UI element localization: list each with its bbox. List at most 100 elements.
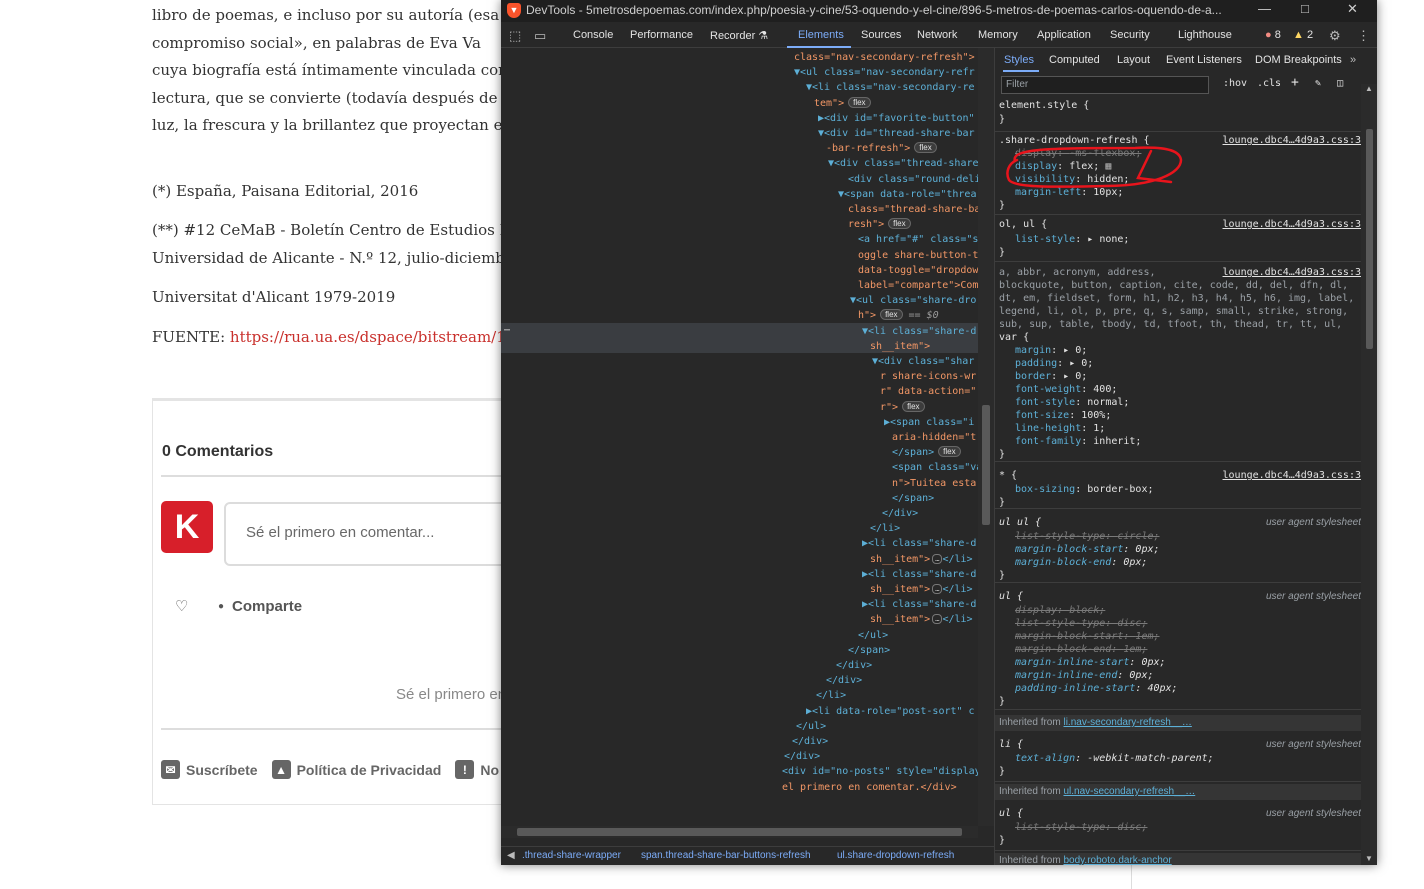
dom-node-line[interactable]: ▶<li class="share-d — [862, 568, 976, 582]
dom-node-line[interactable]: </div> — [784, 750, 820, 764]
dom-node-line[interactable]: </span> flex — [892, 446, 961, 460]
flex-badge[interactable]: flex — [902, 400, 925, 412]
dom-node-line[interactable]: n">Tuitea esta — [892, 477, 976, 491]
dom-node-line[interactable]: <div class="round-deli — [848, 173, 978, 187]
class-toggle[interactable]: .cls — [1257, 78, 1281, 89]
dom-node-line[interactable]: </ul> — [858, 629, 888, 643]
css-declaration[interactable]: margin: ▸ 0; — [1015, 344, 1087, 357]
tab-recorder[interactable]: Recorder ⚗ — [710, 29, 768, 42]
dom-node-line[interactable]: tem"> flex — [814, 96, 871, 111]
scrollbar-thumb[interactable] — [1366, 129, 1373, 349]
dom-node-line[interactable]: r" data-action=" — [880, 385, 976, 399]
heart-icon[interactable]: ♡ — [175, 597, 188, 615]
css-declaration[interactable]: display: flex; ▦ — [1015, 160, 1111, 173]
css-declaration[interactable]: list-style-type: disc; — [1015, 617, 1147, 630]
elements-scrollbar[interactable] — [978, 48, 994, 826]
share-button[interactable]: ● Comparte — [218, 598, 302, 615]
dom-node-line[interactable]: sh__item"> — [870, 340, 930, 354]
dom-node-line[interactable]: oggle share-button-t — [858, 249, 978, 263]
css-declaration[interactable]: margin-inline-start: 0px; — [1015, 656, 1166, 669]
css-declaration[interactable]: list-style-type: disc; — [1015, 821, 1147, 834]
tab-console[interactable]: Console — [573, 29, 613, 41]
dom-node-line[interactable]: </div> — [792, 735, 828, 749]
close-icon[interactable]: ✕ — [1347, 1, 1358, 17]
collapsed-ellipsis-icon[interactable]: … — [932, 553, 943, 564]
tab-security[interactable]: Security — [1110, 29, 1150, 41]
dom-node-line[interactable]: ▼<span data-role="threa — [838, 188, 976, 202]
inspect-element-icon[interactable]: ⬚ — [509, 28, 521, 44]
node-options-icon[interactable]: ⋯ — [504, 325, 510, 336]
dom-node-line[interactable]: </span> — [892, 492, 934, 506]
dom-node-line[interactable]: <div id="no-posts" style="display — [782, 765, 978, 779]
collapsed-ellipsis-icon[interactable]: … — [932, 584, 943, 594]
dom-node-line[interactable]: h"> flex == $0 — [858, 309, 939, 323]
minimize-icon[interactable]: — — [1258, 1, 1271, 16]
maximize-icon[interactable]: □ — [1301, 1, 1309, 16]
dom-node-line[interactable]: aria-hidden="t — [892, 431, 976, 445]
dom-node-line[interactable]: </div> — [882, 507, 918, 521]
scrollbar-thumb[interactable] — [982, 405, 990, 525]
collapsed-ellipsis-icon[interactable]: … — [932, 614, 943, 625]
stylesheet-link[interactable]: lounge.dbc4…4d9a3.css:3 — [1223, 469, 1361, 482]
dom-node-line[interactable]: sh__item">… </li> — [870, 583, 973, 597]
dom-node-line[interactable]: class="nav-secondary-refresh"> — [794, 51, 975, 65]
flex-badge[interactable]: flex — [880, 309, 903, 321]
dom-node-line[interactable]: </ul> — [796, 720, 826, 734]
more-tabs-icon[interactable]: » — [1350, 54, 1356, 66]
stylesheet-link[interactable]: lounge.dbc4…4d9a3.css:3 — [1223, 218, 1361, 231]
flex-badge[interactable]: flex — [888, 218, 911, 230]
breadcrumb-item[interactable]: .thread-share-wrapper — [522, 850, 621, 861]
css-declaration[interactable]: padding: ▸ 0; — [1015, 357, 1093, 370]
elements-tree[interactable]: ⋯ class="nav-secondary-refresh"> ▼<ul cla… — [501, 48, 978, 846]
css-declaration[interactable]: box-sizing: border-box; — [1015, 483, 1154, 496]
styles-filter-input[interactable]: Filter — [1001, 76, 1209, 94]
dom-node-line[interactable]: data-toggle="dropdow — [858, 264, 978, 278]
error-count[interactable]: ● 8 — [1265, 29, 1281, 41]
flex-badge[interactable]: flex — [938, 446, 961, 458]
css-declaration[interactable]: margin-inline-end: 0px; — [1015, 669, 1154, 682]
dom-node-line[interactable]: ▼<div class="thread-shareflex — [828, 157, 978, 171]
subscribe-link[interactable]: ✉ Suscríbete — [161, 760, 258, 779]
paint-icon[interactable]: ✎ — [1315, 78, 1321, 89]
comment-input[interactable]: Sé el primero en comentar... — [224, 502, 524, 566]
flex-editor-icon[interactable]: ▦ — [1105, 161, 1111, 172]
scrollbar-thumb[interactable] — [517, 828, 962, 836]
dom-node-line[interactable]: </li> — [816, 689, 846, 703]
css-declaration[interactable]: margin-block-start: 0px; — [1015, 543, 1160, 556]
tab-event-listeners[interactable]: Event Listeners — [1166, 54, 1242, 66]
dom-node-line[interactable]: ▶<span class="i — [884, 416, 974, 430]
css-declaration[interactable]: display: block; — [1015, 604, 1105, 617]
css-declaration[interactable]: text-align: -webkit-match-parent; — [1015, 752, 1214, 765]
warning-count[interactable]: ▲ 2 — [1293, 29, 1313, 41]
more-options-icon[interactable]: ⋮ — [1357, 28, 1370, 44]
dom-node-line[interactable]: ▶<li class="share-d — [862, 537, 976, 551]
dom-node-line[interactable]: ▼<li class="nav-secondary-reflex — [806, 81, 978, 95]
device-toolbar-icon[interactable]: ▭ — [534, 28, 546, 44]
dom-node-line[interactable]: class="thread-share-ba — [848, 203, 978, 217]
dom-node-line[interactable]: ▶<li data-role="post-sort" c — [806, 705, 975, 719]
css-declaration[interactable]: margin-left: 10px; — [1015, 186, 1123, 199]
css-declaration[interactable]: line-height: 1; — [1015, 422, 1105, 435]
new-rule-icon[interactable]: + — [1291, 75, 1299, 90]
source-link[interactable]: https://rua.ua.es/dspace/bitstream/10 — [230, 328, 512, 346]
gear-icon[interactable]: ⚙ — [1329, 28, 1341, 44]
css-declaration[interactable]: font-style: normal; — [1015, 396, 1129, 409]
dom-node-line[interactable]: ▼<li class="share-d — [862, 325, 976, 339]
tab-application[interactable]: Application — [1037, 29, 1091, 41]
breadcrumb-left-arrow-icon[interactable]: ◀ — [507, 850, 515, 861]
css-declaration[interactable]: border: ▸ 0; — [1015, 370, 1087, 383]
scroll-down-arrow-icon[interactable]: ▼ — [1365, 854, 1373, 863]
css-declaration[interactable]: margin-block-end: 1em; — [1015, 643, 1147, 656]
dom-node-line[interactable]: -bar-refresh"> flex — [826, 142, 937, 156]
css-declaration[interactable]: margin-block-end: 0px; — [1015, 556, 1147, 569]
breadcrumb-item[interactable]: span.thread-share-bar-buttons-refresh — [641, 850, 811, 861]
tab-elements[interactable]: Elements — [798, 29, 844, 41]
tab-layout[interactable]: Layout — [1117, 54, 1150, 66]
dom-node-line[interactable]: ▶<li class="share-d — [862, 598, 976, 612]
inherited-target-link[interactable]: body.roboto.dark-anchor — [1063, 855, 1171, 865]
dom-node-line[interactable]: </div> — [826, 674, 862, 688]
dom-node-line[interactable]: ▼<div id="thread-share-bar — [818, 127, 975, 141]
css-declaration[interactable]: font-weight: 400; — [1015, 383, 1117, 396]
tab-memory[interactable]: Memory — [978, 29, 1018, 41]
css-declaration[interactable]: padding-inline-start: 40px; — [1015, 682, 1178, 695]
